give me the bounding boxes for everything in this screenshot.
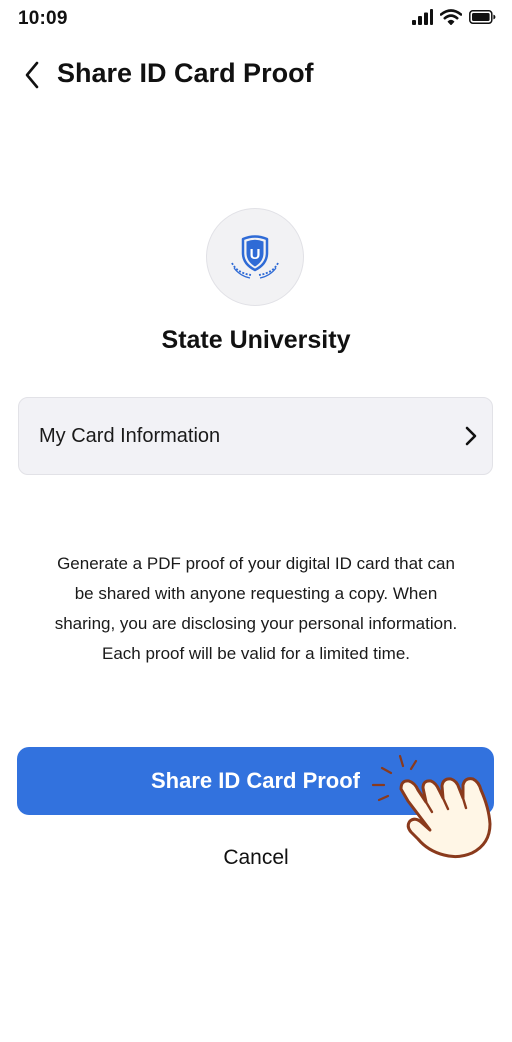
header: Share ID Card Proof	[0, 52, 512, 98]
status-time: 10:09	[18, 8, 68, 29]
description-line: sharing, you are disclosing your persona…	[54, 614, 458, 633]
battery-icon	[469, 10, 496, 24]
logo-letter: U	[250, 246, 261, 263]
status-icons	[411, 9, 496, 25]
back-button[interactable]	[14, 56, 50, 94]
tap-hand-icon	[371, 754, 492, 859]
chevron-left-icon	[25, 61, 39, 89]
institution-name: State University	[161, 326, 351, 354]
card-info-label: My Card Information	[39, 425, 221, 447]
wifi-icon	[440, 9, 462, 25]
description-text: Generate a PDF proof of your digital ID …	[14, 549, 498, 669]
chevron-right-icon	[465, 426, 477, 446]
cancel-button[interactable]: Cancel	[156, 840, 356, 876]
page-title: Share ID Card Proof	[57, 58, 314, 88]
university-shield-logo: U	[231, 235, 279, 279]
description-line: be shared with anyone requesting a copy.…	[74, 584, 438, 603]
my-card-information-row[interactable]: My Card Information	[18, 397, 493, 475]
description-line: Each proof will be valid for a limited t…	[101, 644, 411, 663]
status-bar: 10:09	[0, 0, 512, 40]
signal-icon	[412, 9, 433, 25]
description-line: Generate a PDF proof of your digital ID …	[57, 554, 455, 573]
institution-logo: U	[206, 208, 304, 306]
